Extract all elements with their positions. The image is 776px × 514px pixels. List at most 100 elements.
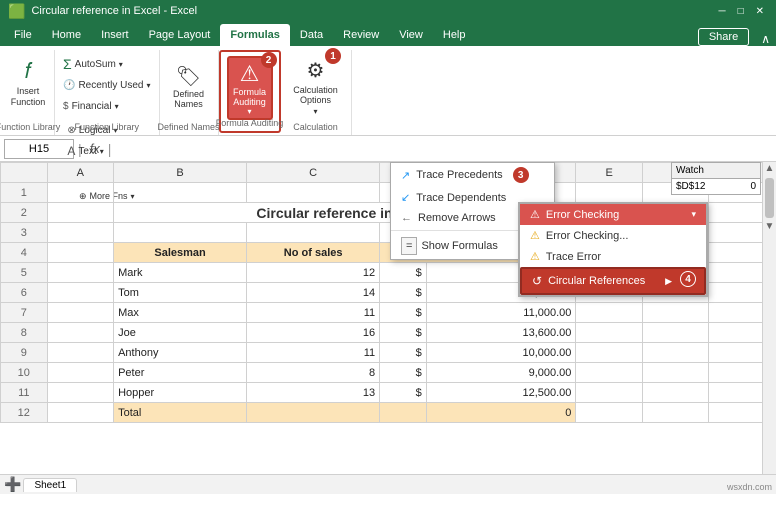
collapse-ribbon-icon[interactable]: ∧ — [761, 32, 770, 46]
cell-b12-total[interactable]: Total — [114, 403, 247, 423]
cell-b9[interactable]: Anthony — [114, 343, 247, 363]
cell-a10[interactable] — [47, 363, 114, 383]
cell-a5[interactable] — [47, 263, 114, 283]
cell-curr10[interactable]: $ — [380, 363, 427, 383]
cell-e12[interactable] — [576, 403, 643, 423]
cell-c12[interactable] — [247, 403, 380, 423]
cell-d8[interactable]: 13,600.00 — [426, 323, 576, 343]
vertical-scrollbar[interactable]: ▲ ▼ — [762, 162, 776, 474]
cell-b8[interactable]: Joe — [114, 323, 247, 343]
cell-b10[interactable]: Peter — [114, 363, 247, 383]
minimize-btn[interactable]: ─ — [714, 6, 729, 17]
scroll-thumb[interactable] — [765, 178, 774, 218]
scroll-up-arrow[interactable]: ▲ — [763, 162, 776, 176]
tab-review[interactable]: Review — [333, 24, 389, 46]
add-sheet-btn[interactable]: ➕ — [4, 476, 21, 493]
cell-f7[interactable] — [642, 303, 709, 323]
cell-curr11[interactable]: $ — [380, 383, 427, 403]
cell-e2[interactable] — [576, 203, 643, 223]
scroll-down-arrow[interactable]: ▼ — [763, 220, 776, 234]
insert-function-button[interactable]: 𝑓 InsertFunction — [6, 54, 50, 118]
tab-file[interactable]: File — [4, 24, 42, 46]
cell-f4[interactable] — [642, 243, 709, 263]
tab-page-layout[interactable]: Page Layout — [139, 24, 221, 46]
cell-curr3[interactable] — [380, 223, 427, 243]
cell-a6[interactable] — [47, 283, 114, 303]
cell-a9[interactable] — [47, 343, 114, 363]
spreadsheet-title[interactable]: Circular reference in Excel — [114, 203, 576, 223]
cell-c9[interactable]: 11 — [247, 343, 380, 363]
col-header-a[interactable]: A — [47, 163, 114, 183]
sheet-tab-1[interactable]: Sheet1 — [23, 478, 77, 492]
col-header-d[interactable]: D — [426, 163, 576, 183]
cell-d10[interactable]: 9,000.00 — [426, 363, 576, 383]
title-bar-controls[interactable]: ─ □ ✕ — [714, 6, 768, 17]
close-btn[interactable]: ✕ — [752, 6, 768, 17]
cell-a7[interactable] — [47, 303, 114, 323]
cell-e8[interactable] — [576, 323, 643, 343]
cell-d11[interactable]: 12,500.00 — [426, 383, 576, 403]
cell-curr5[interactable]: $ — [380, 263, 427, 283]
cell-e3[interactable] — [576, 223, 643, 243]
tab-view[interactable]: View — [389, 24, 433, 46]
cell-e4[interactable] — [576, 243, 643, 263]
col-header-e[interactable]: E — [576, 163, 643, 183]
cell-f12[interactable] — [642, 403, 709, 423]
cell-e1[interactable] — [576, 183, 643, 203]
cell-c10[interactable]: 8 — [247, 363, 380, 383]
cell-d7[interactable]: 11,000.00 — [426, 303, 576, 323]
cell-b7[interactable]: Max — [114, 303, 247, 323]
cell-b11[interactable]: Hopper — [114, 383, 247, 403]
cell-a8[interactable] — [47, 323, 114, 343]
cell-d12-value[interactable]: 0 — [426, 403, 576, 423]
header-sales[interactable]: sales — [380, 243, 576, 263]
cell-c11[interactable]: 13 — [247, 383, 380, 403]
cell-c6[interactable]: 14 — [247, 283, 380, 303]
share-button[interactable]: Share — [698, 28, 749, 46]
cell-a12[interactable] — [47, 403, 114, 423]
cell-a1[interactable] — [47, 183, 114, 203]
cell-curr9[interactable]: $ — [380, 343, 427, 363]
cell-c3[interactable] — [247, 223, 380, 243]
tab-formulas[interactable]: Formulas — [220, 24, 290, 46]
cell-f3[interactable] — [642, 223, 709, 243]
tab-insert[interactable]: Insert — [91, 24, 139, 46]
cell-f10[interactable] — [642, 363, 709, 383]
cell-b1[interactable] — [114, 183, 247, 203]
cell-e10[interactable] — [576, 363, 643, 383]
header-salesman[interactable]: Salesman — [114, 243, 247, 263]
col-header-c[interactable]: C — [247, 163, 380, 183]
recently-used-button[interactable]: 🕐 Recently Used ▾ — [59, 75, 155, 95]
formula-input[interactable] — [115, 139, 772, 159]
cell-f9[interactable] — [642, 343, 709, 363]
maximize-btn[interactable]: □ — [734, 6, 748, 17]
cell-d6[interactable]: 13,500.00 — [426, 283, 576, 303]
cell-f2[interactable] — [642, 203, 709, 223]
cell-c5[interactable]: 12 — [247, 263, 380, 283]
financial-button[interactable]: $ Financial ▾ — [59, 96, 123, 116]
col-header-f[interactable]: F — [642, 163, 709, 183]
cell-f11[interactable] — [642, 383, 709, 403]
cell-curr6[interactable]: $ — [380, 283, 427, 303]
cell-curr12[interactable] — [380, 403, 427, 423]
cell-a4[interactable] — [47, 243, 114, 263]
tab-home[interactable]: Home — [42, 24, 91, 46]
cell-curr8[interactable]: $ — [380, 323, 427, 343]
cell-f5[interactable] — [642, 263, 709, 283]
cell-a11[interactable] — [47, 383, 114, 403]
cell-d9[interactable]: 10,000.00 — [426, 343, 576, 363]
cell-a3[interactable] — [47, 223, 114, 243]
cell-d1[interactable] — [426, 183, 576, 203]
cell-d3[interactable] — [426, 223, 576, 243]
tab-data[interactable]: Data — [290, 24, 333, 46]
cell-b6[interactable]: Tom — [114, 283, 247, 303]
col-header-b[interactable]: B — [114, 163, 247, 183]
tab-help[interactable]: Help — [433, 24, 476, 46]
cell-e6[interactable] — [576, 283, 643, 303]
cell-c7[interactable]: 11 — [247, 303, 380, 323]
autosum-button[interactable]: Σ AutoSum ▾ — [59, 54, 127, 74]
cell-b3[interactable] — [114, 223, 247, 243]
cell-e7[interactable] — [576, 303, 643, 323]
cell-e11[interactable] — [576, 383, 643, 403]
cell-f8[interactable] — [642, 323, 709, 343]
